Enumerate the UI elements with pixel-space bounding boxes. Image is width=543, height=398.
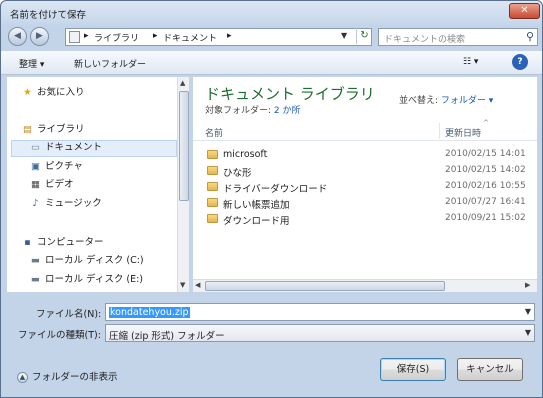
folder-icon	[207, 182, 218, 191]
sort-arrow-icon: ^	[483, 119, 489, 127]
refresh-icon[interactable]: ↻	[356, 28, 372, 44]
music-icon: ♪	[32, 198, 39, 209]
column-divider[interactable]	[439, 123, 440, 139]
scrollbar-thumb[interactable]	[205, 281, 445, 291]
filename-value: kondatehyou.zip	[109, 307, 190, 318]
nav-item-videos[interactable]: ▦ ビデオ	[29, 177, 74, 193]
scrollbar-thumb[interactable]	[179, 91, 189, 201]
nav-item-pictures[interactable]: ▣ ピクチャ	[29, 159, 83, 175]
library-subtitle: 対象フォルダー: 2 か所	[205, 106, 301, 116]
crumb-libraries[interactable]: ライブラリ	[94, 31, 139, 44]
back-arrow-icon[interactable]: ◀	[8, 27, 27, 46]
arrange-by-dropdown[interactable]: フォルダー ▾	[441, 96, 493, 106]
arrange-by: 並べ替え: フォルダー ▾	[399, 96, 494, 106]
star-icon: ★	[23, 87, 32, 98]
cancel-button[interactable]: キャンセル	[457, 358, 523, 381]
save-as-dialog: 名前を付けて保存 ✕ ◀ ▶ ▸ ライブラリ ▸ ドキュメント ▸ ▼ ↻ ドキ…	[0, 0, 543, 398]
crumb-separator-icon[interactable]: ▸	[227, 31, 232, 41]
nav-item-drive-c[interactable]: ▬ ローカル ディスク (C:)	[29, 253, 144, 269]
scroll-left-icon[interactable]: ◀	[195, 281, 200, 289]
nav-item-music[interactable]: ♪ ミュージック	[29, 196, 101, 212]
crumb-documents[interactable]: ドキュメント	[163, 31, 217, 44]
address-bar[interactable]: ▸ ライブラリ ▸ ドキュメント ▸ ▼	[65, 28, 372, 46]
drive-icon: ▬	[31, 255, 40, 266]
nav-item-documents[interactable]: ▭ ドキュメント	[29, 140, 102, 156]
column-headers: 名前 更新日時 ^	[193, 119, 537, 141]
list-item[interactable]: ひな形 2010/02/15 14:02	[193, 163, 526, 179]
title-bar: 名前を付けて保存 ✕	[1, 1, 542, 25]
computer-icon: ▪	[24, 237, 31, 248]
drive-icon: ▬	[31, 274, 40, 285]
command-bar: 整理 ▾ 新しいフォルダー ☷ ▾ ?	[1, 51, 542, 75]
library-title: ドキュメント ライブラリ	[205, 85, 375, 103]
address-dropdown-icon[interactable]: ▼	[341, 31, 347, 40]
column-header-name[interactable]: 名前	[205, 126, 223, 139]
chevron-up-icon: ▲	[17, 372, 28, 383]
list-item[interactable]: ドライバーダウンロード 2010/02/16 10:55	[193, 179, 526, 195]
scroll-up-icon[interactable]: ▲	[180, 79, 185, 87]
folder-icon	[207, 214, 218, 223]
chevron-down-icon[interactable]: ▼	[525, 328, 531, 337]
scroll-right-icon[interactable]: ▶	[525, 281, 530, 289]
list-item[interactable]: ダウンロード用 2010/09/21 15:02	[193, 211, 526, 227]
filetype-select[interactable]: 圧縮 (zip 形式) フォルダー ▼	[105, 324, 535, 342]
column-header-modified[interactable]: 更新日時	[445, 126, 481, 139]
horizontal-scrollbar[interactable]: ◀ ▶	[193, 279, 537, 292]
video-icon: ▦	[31, 179, 40, 190]
nav-item-favorites[interactable]: ★ お気に入り	[21, 85, 84, 101]
file-list-pane: ドキュメント ライブラリ 対象フォルダー: 2 か所 並べ替え: フォルダー ▾…	[193, 77, 537, 292]
dialog-footer: ▲ フォルダーの非表示 保存(S) キャンセル	[1, 347, 542, 397]
filetype-value: 圧縮 (zip 形式) フォルダー	[109, 331, 225, 342]
search-icon[interactable]: ⚲	[526, 30, 534, 43]
list-item[interactable]: 新しい帳票追加 2010/07/27 16:41	[193, 195, 526, 211]
window-title: 名前を付けて保存	[10, 10, 87, 21]
list-item[interactable]: microsoft 2010/02/15 14:01	[193, 147, 526, 163]
crumb-separator-icon[interactable]: ▸	[153, 31, 158, 41]
scroll-down-icon[interactable]: ▼	[180, 281, 185, 289]
nav-item-libraries[interactable]: ▤ ライブラリ	[21, 122, 85, 138]
folder-icon	[207, 166, 218, 175]
pictures-icon: ▣	[31, 161, 40, 172]
new-folder-button[interactable]: 新しいフォルダー	[74, 57, 146, 70]
nav-item-drive-e[interactable]: ▬ ローカル ディスク (E:)	[29, 272, 143, 288]
library-icon: ▤	[23, 124, 32, 135]
search-input[interactable]: ドキュメントの検索 ⚲	[378, 28, 538, 46]
filetype-label: ファイルの種類(T):	[18, 330, 101, 341]
help-icon[interactable]: ?	[512, 54, 528, 70]
navigation-pane: ★ お気に入り ▤ ライブラリ ▭ ドキュメント ▣ ピクチャ ▦ ビデオ ♪ ミュージック…	[7, 77, 189, 292]
search-placeholder: ドキュメントの検索	[384, 35, 466, 45]
filename-label: ファイル名(N):	[36, 309, 102, 320]
save-button[interactable]: 保存(S)	[380, 358, 446, 381]
organize-button[interactable]: 整理 ▾	[19, 57, 44, 70]
forward-arrow-icon[interactable]: ▶	[30, 27, 49, 46]
library-icon	[69, 31, 80, 43]
locations-link[interactable]: 2 か所	[274, 106, 301, 116]
nav-scrollbar[interactable]: ▲ ▼	[177, 77, 189, 292]
crumb-separator-icon[interactable]: ▸	[84, 31, 89, 41]
chevron-down-icon[interactable]: ▼	[525, 307, 531, 316]
folder-icon	[207, 198, 218, 207]
filename-field[interactable]: kondatehyou.zip ▼	[105, 303, 535, 321]
folder-icon	[207, 150, 218, 159]
views-button[interactable]: ☷ ▾	[463, 57, 478, 67]
close-button[interactable]: ✕	[509, 3, 540, 19]
nav-item-computer[interactable]: ▪ コンピューター	[21, 235, 103, 251]
hide-folders-toggle[interactable]: ▲ フォルダーの非表示	[17, 369, 118, 383]
address-row: ◀ ▶ ▸ ライブラリ ▸ ドキュメント ▸ ▼ ↻ ドキュメントの検索 ⚲	[1, 25, 542, 49]
document-icon: ▭	[31, 142, 40, 153]
